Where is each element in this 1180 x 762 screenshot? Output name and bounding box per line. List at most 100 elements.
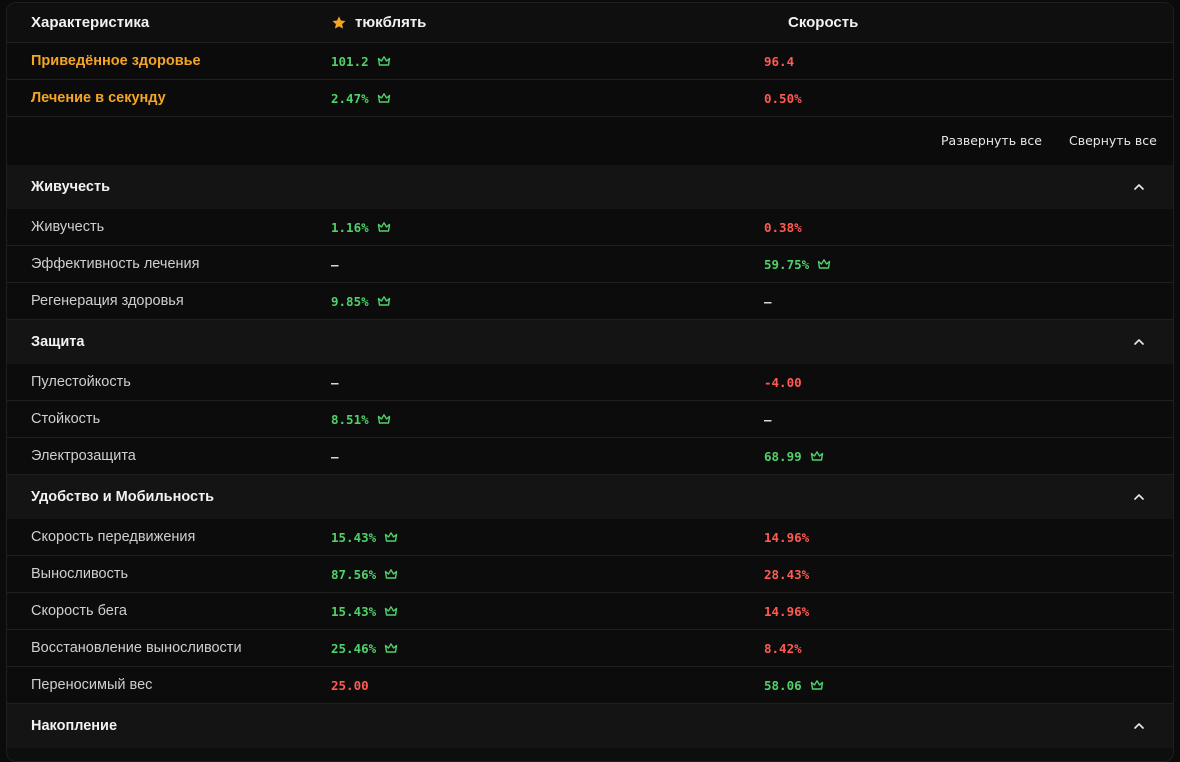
build-b-cell-value: 59.75% xyxy=(764,256,810,272)
section-title: Удобство и Мобильность xyxy=(31,489,215,505)
build-b-cell-value: 14.96% xyxy=(764,603,810,619)
crown-icon xyxy=(377,56,390,66)
table-header: Характеристика тюкблять Скорость xyxy=(7,3,1173,43)
section-header[interactable]: Накопление xyxy=(7,704,1173,748)
build-a-cell-value: 8.51% xyxy=(331,411,369,427)
chevron-up-icon[interactable] xyxy=(1131,334,1147,350)
section-title: Защита xyxy=(31,334,85,350)
main-stats: Приведённое здоровье 101.2 96.4 Лечение в с… xyxy=(7,43,1173,117)
table-row: Стойкость 8.51% – xyxy=(7,401,1173,438)
build-b-cell: 58.06 xyxy=(764,678,824,693)
stat-name: Выносливость xyxy=(31,566,129,582)
build-b-cell-value: – xyxy=(764,293,772,309)
section-title: Накопление xyxy=(31,718,118,734)
crown-icon xyxy=(377,93,390,103)
crown-icon xyxy=(384,606,398,616)
chevron-up-icon[interactable] xyxy=(1131,489,1147,505)
build-a-cell-value: 101.2 xyxy=(331,53,369,69)
build-a-cell-value: 9.85% xyxy=(331,293,369,309)
table-row: Эффективность лечения – 59.75% xyxy=(7,246,1173,283)
build-b-cell: 59.75% xyxy=(764,257,831,272)
build-a-cell: 1.16% xyxy=(331,220,391,235)
build-b-cell-value: 0.38% xyxy=(764,219,802,235)
build-b-cell-value: 28.43% xyxy=(764,566,810,582)
build-a-cell: 101.2 xyxy=(331,54,391,69)
crown-icon xyxy=(384,569,398,579)
build-b-cell-value: 0.50% xyxy=(764,90,802,106)
stats-comparison-panel: Характеристика тюкблять Скорость Приведё… xyxy=(6,2,1174,762)
build-b-cell: 96.4 xyxy=(764,54,794,69)
build-a-cell: 87.56% xyxy=(331,567,398,582)
crown-icon xyxy=(377,296,390,306)
build-a-cell: 25.00 xyxy=(331,678,369,693)
crown-icon xyxy=(810,680,823,690)
build-a-name: тюкблять xyxy=(355,14,427,31)
crown-icon xyxy=(384,532,398,542)
build-b-cell: 0.38% xyxy=(764,220,802,235)
stat-name: Стойкость xyxy=(31,411,101,427)
section-header[interactable]: Удобство и Мобильность xyxy=(7,475,1173,519)
stat-name: Лечение в секунду xyxy=(31,90,166,106)
stat-name: Восстановление выносливости xyxy=(31,640,242,656)
build-a-cell: 15.43% xyxy=(331,604,398,619)
build-b-cell-value: 68.99 xyxy=(764,448,802,464)
build-a-cell: – xyxy=(331,449,339,464)
build-a-column-header: тюкблять xyxy=(331,14,426,31)
table-row: Живучесть 1.16% 0.38% xyxy=(7,209,1173,246)
table-row: Электрозащита – 68.99 xyxy=(7,438,1173,475)
table-row: Восстановление выносливости 25.46% 8.42% xyxy=(7,630,1173,667)
table-row: Скорость передвижения 15.43% 14.96% xyxy=(7,519,1173,556)
chevron-up-icon[interactable] xyxy=(1131,179,1147,195)
stat-sections: Живучесть Живучесть 1.16% 0.38% Эффективност… xyxy=(7,165,1173,748)
stat-name: Приведённое здоровье xyxy=(31,53,201,69)
expand-all-button[interactable]: Развернуть все xyxy=(941,133,1042,148)
table-row: Переносимый вес 25.00 58.06 xyxy=(7,667,1173,704)
section-header[interactable]: Живучесть xyxy=(7,165,1173,209)
chevron-up-icon[interactable] xyxy=(1131,718,1147,734)
crown-icon xyxy=(377,222,390,232)
section-title: Живучесть xyxy=(31,179,111,195)
section-header[interactable]: Защита xyxy=(7,320,1173,364)
build-b-cell-value: – xyxy=(764,411,772,427)
build-a-cell: 9.85% xyxy=(331,294,391,309)
build-b-column-header: Скорость xyxy=(788,14,859,31)
stat-name: Пулестойкость xyxy=(31,374,131,390)
build-a-cell-value: – xyxy=(331,374,339,390)
characteristic-column-header: Характеристика xyxy=(31,14,150,31)
crown-icon xyxy=(817,259,831,269)
build-a-cell-value: – xyxy=(331,448,339,464)
build-b-cell: 68.99 xyxy=(764,449,824,464)
build-b-cell: – xyxy=(764,294,772,309)
collapse-all-button[interactable]: Свернуть все xyxy=(1069,133,1157,148)
crown-icon xyxy=(384,643,398,653)
build-a-cell-value: 15.43% xyxy=(331,603,377,619)
crown-icon xyxy=(377,414,390,424)
stat-name: Живучесть xyxy=(31,219,105,235)
stat-name: Электрозащита xyxy=(31,448,136,464)
build-a-cell-value: 1.16% xyxy=(331,219,369,235)
build-a-cell-value: 25.46% xyxy=(331,640,377,656)
build-a-cell: 8.51% xyxy=(331,412,391,427)
build-b-cell: 28.43% xyxy=(764,567,809,582)
stat-name: Эффективность лечения xyxy=(31,256,200,272)
stat-name: Регенерация здоровья xyxy=(31,293,184,309)
table-row: Лечение в секунду 2.47% 0.50% xyxy=(7,80,1173,117)
stat-name: Скорость передвижения xyxy=(31,529,196,545)
table-row: Пулестойкость – -4.00 xyxy=(7,364,1173,401)
build-b-cell-value: 58.06 xyxy=(764,677,802,693)
table-row: Скорость бега 15.43% 14.96% xyxy=(7,593,1173,630)
build-b-cell: 0.50% xyxy=(764,91,802,106)
stat-name: Скорость бега xyxy=(31,603,127,619)
table-row: Регенерация здоровья 9.85% – xyxy=(7,283,1173,320)
build-a-cell: 2.47% xyxy=(331,91,391,106)
build-b-cell: 14.96% xyxy=(764,604,809,619)
build-a-cell-value: 87.56% xyxy=(331,566,377,582)
table-row: Приведённое здоровье 101.2 96.4 xyxy=(7,43,1173,80)
build-b-cell-value: -4.00 xyxy=(764,374,802,390)
build-b-cell: 8.42% xyxy=(764,641,802,656)
stat-name: Переносимый вес xyxy=(31,677,153,693)
build-b-cell-value: 14.96% xyxy=(764,529,810,545)
build-a-cell: 15.43% xyxy=(331,530,398,545)
build-a-cell: – xyxy=(331,375,339,390)
build-b-cell-value: 8.42% xyxy=(764,640,802,656)
